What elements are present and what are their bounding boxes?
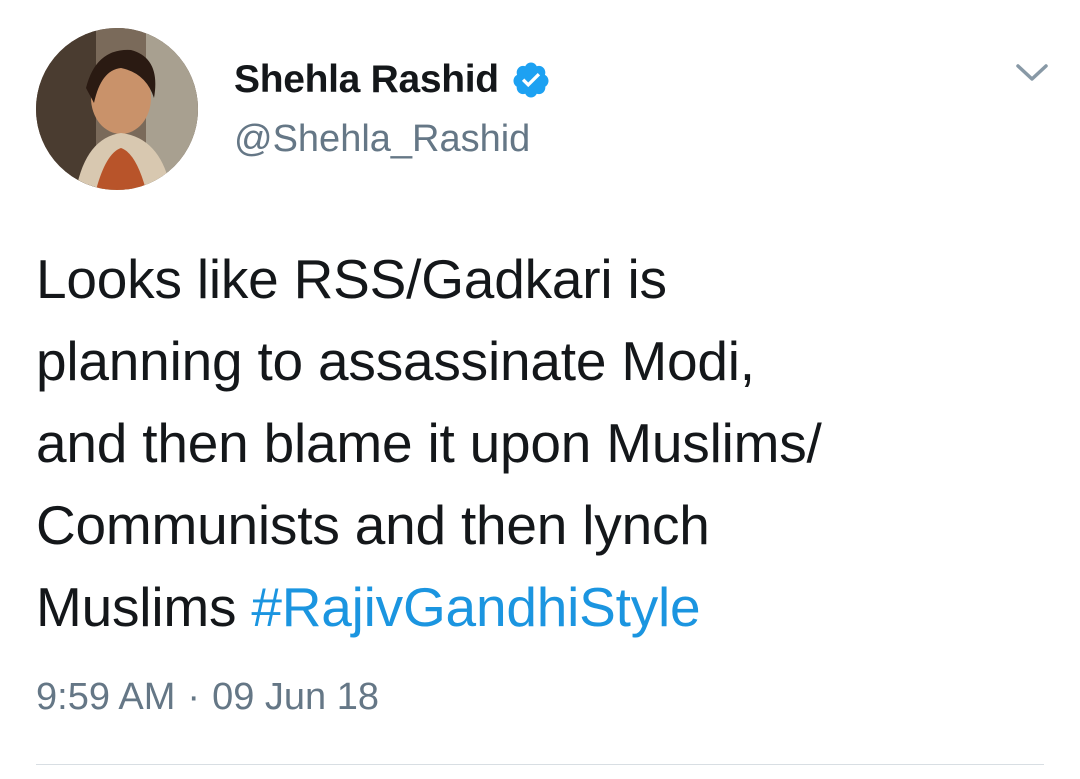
hashtag-link[interactable]: #RajivGandhiStyle xyxy=(251,576,700,638)
tweet-timestamp[interactable]: 9:59 AM · 09 Jun 18 xyxy=(36,676,379,719)
timestamp-separator: · xyxy=(187,676,201,718)
tweet-date: 09 Jun 18 xyxy=(212,676,379,718)
author-row: Shehla Rashid xyxy=(234,56,551,104)
tweet-text-line: planning to assassinate Modi, xyxy=(36,330,755,392)
display-name[interactable]: Shehla Rashid xyxy=(234,58,499,102)
avatar-photo xyxy=(36,28,198,190)
tweet-time: 9:59 AM xyxy=(36,676,176,718)
tweet-text-line: Communists and then lynch xyxy=(36,494,710,556)
tweet-text: Looks like RSS/Gadkari is planning to as… xyxy=(36,238,1046,648)
tweet-text-line: and then blame it upon Muslims/ xyxy=(36,412,822,474)
tweet-text-line: Looks like RSS/Gadkari is xyxy=(36,248,667,310)
avatar[interactable] xyxy=(36,28,198,190)
verified-badge-icon xyxy=(511,60,551,100)
chevron-down-icon[interactable] xyxy=(1012,58,1052,86)
tweet-text-line: Muslims xyxy=(36,576,252,638)
author-handle[interactable]: @Shehla_Rashid xyxy=(234,118,530,161)
tweet-text-last-line: Muslims #RajivGandhiStyle xyxy=(36,566,1046,648)
divider xyxy=(36,764,1044,765)
